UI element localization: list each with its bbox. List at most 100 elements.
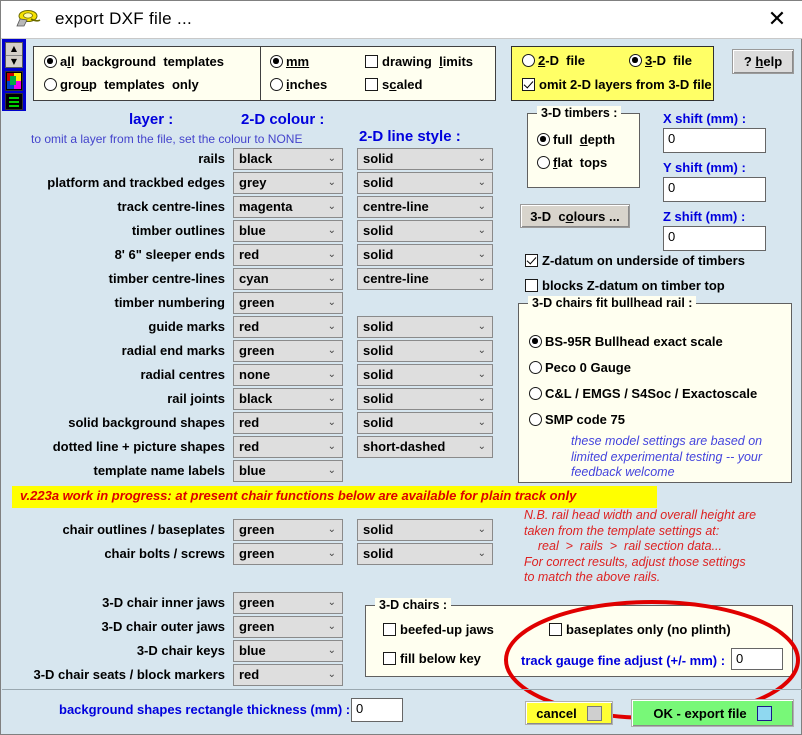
chair-layer-style-select[interactable]: solid ⌄ bbox=[357, 543, 493, 565]
select-value: solid bbox=[363, 343, 394, 358]
layer-style-select[interactable]: centre-line ⌄ bbox=[357, 268, 493, 290]
select-value: green bbox=[239, 522, 275, 537]
note-line: limited experimental testing -- your bbox=[571, 449, 763, 464]
3d-colours-button[interactable]: 3-D colours ... bbox=[520, 204, 630, 228]
layer-colour-select[interactable]: green ⌄ bbox=[233, 292, 343, 314]
layer-colour-select[interactable]: none ⌄ bbox=[233, 364, 343, 386]
model-settings-note: these model settings are based on limite… bbox=[571, 434, 762, 481]
layer-colour-select[interactable]: green ⌄ bbox=[233, 340, 343, 362]
shift-input[interactable]: 0 bbox=[663, 226, 766, 251]
layer-colour-select[interactable]: magenta ⌄ bbox=[233, 196, 343, 218]
layer-colour-select[interactable]: grey ⌄ bbox=[233, 172, 343, 194]
units-panel: mm inches drawing limits scaled bbox=[260, 46, 496, 101]
layer-style-select[interactable]: solid ⌄ bbox=[357, 340, 493, 362]
chair-layer-style-select[interactable]: solid ⌄ bbox=[357, 519, 493, 541]
layer-colour-select[interactable]: red ⌄ bbox=[233, 244, 343, 266]
checkbox-blocks-zdatum[interactable]: blocks Z-datum on timber top bbox=[525, 278, 725, 293]
line-style-icon[interactable] bbox=[5, 93, 23, 110]
layer-colour-select[interactable]: red ⌄ bbox=[233, 316, 343, 338]
layer-style-select[interactable]: centre-line ⌄ bbox=[357, 196, 493, 218]
chair3d-layer-label: 3-D chair inner jaws bbox=[102, 595, 225, 610]
select-value: blue bbox=[239, 643, 266, 658]
layer-style-select[interactable]: solid ⌄ bbox=[357, 388, 493, 410]
layer-style-select[interactable]: solid ⌄ bbox=[357, 412, 493, 434]
layer-label: track centre-lines bbox=[117, 199, 225, 214]
layer-colour-select[interactable]: blue ⌄ bbox=[233, 460, 343, 482]
layer-style-select[interactable]: solid ⌄ bbox=[357, 172, 493, 194]
radio-flat-tops[interactable]: flat tops bbox=[537, 155, 607, 170]
layer-colour-select[interactable]: cyan ⌄ bbox=[233, 268, 343, 290]
chair-layer-colour-select[interactable]: green ⌄ bbox=[233, 519, 343, 541]
radio-peco-0-gauge[interactable]: Peco 0 Gauge bbox=[529, 360, 631, 375]
select-value: green bbox=[239, 295, 275, 310]
spin-down-icon[interactable]: ▼ bbox=[6, 55, 22, 68]
layer-label: timber numbering bbox=[114, 295, 225, 310]
layer-colour-select[interactable]: blue ⌄ bbox=[233, 220, 343, 242]
ok-button-label: OK - export file bbox=[653, 705, 747, 721]
spinner-control[interactable]: ▲ ▼ bbox=[5, 42, 23, 68]
layer-style-select[interactable]: solid ⌄ bbox=[357, 364, 493, 386]
select-value: black bbox=[239, 391, 273, 406]
checkbox-baseplates-only[interactable]: baseplates only (no plinth) bbox=[549, 622, 731, 637]
shift-input[interactable]: 0 bbox=[663, 128, 766, 153]
bg-thickness-input[interactable]: 0 bbox=[351, 698, 403, 722]
radio-group-templates-only[interactable]: group templates only bbox=[44, 77, 199, 92]
radio-bs95r-bullhead[interactable]: BS-95R Bullhead exact scale bbox=[529, 334, 723, 349]
layer-colour-select[interactable]: black ⌄ bbox=[233, 388, 343, 410]
layer-style-select[interactable]: solid ⌄ bbox=[357, 148, 493, 170]
radio-inches[interactable]: inches bbox=[270, 77, 327, 92]
chevron-down-icon: ⌄ bbox=[477, 417, 486, 428]
colour-palette-icon[interactable] bbox=[5, 71, 23, 91]
spin-up-icon[interactable]: ▲ bbox=[6, 43, 22, 55]
layer-colour-select[interactable]: black ⌄ bbox=[233, 148, 343, 170]
cancel-button[interactable]: cancel bbox=[525, 701, 613, 725]
version-warning-bar: v.223a work in progress: at present chai… bbox=[12, 486, 657, 508]
radio-full-depth[interactable]: full depth bbox=[537, 132, 615, 147]
chevron-down-icon: ⌄ bbox=[327, 249, 336, 260]
checkbox-scaled[interactable]: scaled bbox=[365, 77, 422, 92]
checkbox-zdatum-underside[interactable]: Z-datum on underside of timbers bbox=[525, 253, 745, 268]
check-label: blocks Z-datum on timber top bbox=[542, 278, 725, 293]
ok-export-button[interactable]: OK - export file bbox=[631, 699, 794, 727]
chair3d-layer-colour-select[interactable]: red ⌄ bbox=[233, 664, 343, 686]
shift-input[interactable]: 0 bbox=[663, 177, 766, 202]
select-value: red bbox=[239, 667, 260, 682]
radio-label: group templates only bbox=[60, 77, 199, 92]
radio-indicator bbox=[529, 335, 542, 348]
chair3d-layer-colour-select[interactable]: green ⌄ bbox=[233, 592, 343, 614]
shift-label: Y shift (mm) : bbox=[663, 160, 746, 175]
radio-indicator bbox=[270, 55, 283, 68]
track-gauge-input[interactable]: 0 bbox=[731, 648, 783, 670]
layer-style-select[interactable]: short-dashed ⌄ bbox=[357, 436, 493, 458]
note-line: these model settings are based on bbox=[571, 434, 763, 448]
radio-smp-code-75[interactable]: SMP code 75 bbox=[529, 412, 625, 427]
note-line: feedback welcome bbox=[571, 465, 675, 479]
layer-colour-select[interactable]: red ⌄ bbox=[233, 436, 343, 458]
close-icon[interactable]: ✕ bbox=[761, 6, 793, 34]
checkbox-beefed-up-jaws[interactable]: beefed-up jaws bbox=[383, 622, 494, 637]
select-value: solid bbox=[363, 522, 394, 537]
chevron-down-icon: ⌄ bbox=[327, 393, 336, 404]
radio-3d-file[interactable]: 3-D file bbox=[629, 53, 692, 68]
radio-cl-emgs-s4soc[interactable]: C&L / EMGS / S4Soc / Exactoscale bbox=[529, 386, 757, 401]
layer-style-select[interactable]: solid ⌄ bbox=[357, 220, 493, 242]
layer-label: solid background shapes bbox=[68, 415, 225, 430]
chevron-down-icon: ⌄ bbox=[327, 548, 336, 559]
radio-all-background-templates[interactable]: all background templates bbox=[44, 54, 224, 69]
checkbox-omit-2d-layers[interactable]: omit 2-D layers from 3-D file bbox=[522, 77, 712, 92]
checkbox-drawing-limits[interactable]: drawing limits bbox=[365, 54, 473, 69]
radio-2d-file[interactable]: 2-D file bbox=[522, 53, 585, 68]
chair3d-layer-colour-select[interactable]: blue ⌄ bbox=[233, 640, 343, 662]
layer-label: radial end marks bbox=[121, 343, 225, 358]
layer-colour-select[interactable]: red ⌄ bbox=[233, 412, 343, 434]
layer-style-select[interactable]: solid ⌄ bbox=[357, 244, 493, 266]
help-button[interactable]: ? help bbox=[732, 49, 794, 74]
radio-mm[interactable]: mm bbox=[270, 54, 309, 69]
layer-style-select[interactable]: solid ⌄ bbox=[357, 316, 493, 338]
chair-layer-colour-select[interactable]: green ⌄ bbox=[233, 543, 343, 565]
chair3d-layer-colour-select[interactable]: green ⌄ bbox=[233, 616, 343, 638]
select-value: grey bbox=[239, 175, 267, 190]
radio-indicator bbox=[537, 156, 550, 169]
checkbox-fill-below-key[interactable]: fill below key bbox=[383, 651, 481, 666]
radio-indicator bbox=[44, 78, 57, 91]
